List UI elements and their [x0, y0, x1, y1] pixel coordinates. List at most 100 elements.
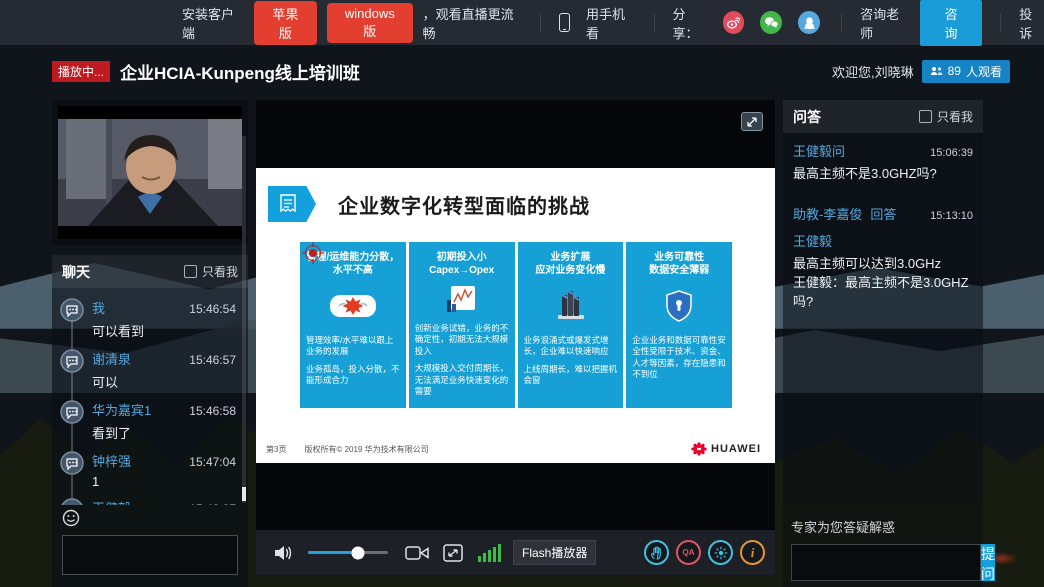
challenge-card: 业务可靠性 数据安全薄弱 企业业务和数据可靠性安全性受限于技术、资金、人才等因素… [626, 242, 732, 408]
ask-button[interactable]: 提问 [981, 544, 995, 581]
chart-icon [415, 284, 509, 316]
watch-on-mobile-label[interactable]: 用手机看 [586, 4, 635, 42]
card-text: 业务孤岛，投入分散，不能形成合力 [306, 364, 400, 387]
slide-canvas: 企业数字化转型面临的挑战 管理/运维能力分散，水平不高 管理效率/水平难以跟上业… [256, 168, 775, 463]
sender-name[interactable]: 王健毅 [92, 498, 131, 505]
challenge-card: 管理/运维能力分散，水平不高 管理效率/水平难以跟上业务的发展 业务孤岛，投入分… [300, 242, 406, 408]
chat-bubble-icon [60, 451, 84, 475]
sender-name[interactable]: 我 [92, 298, 105, 317]
scrollbar-thumb[interactable] [242, 487, 246, 501]
question-input[interactable] [791, 544, 981, 581]
message-text: 可以看到 [92, 321, 236, 340]
message-text: 1 [92, 474, 236, 489]
wechat-icon[interactable] [760, 11, 782, 34]
consult-button[interactable]: 咨询 [920, 0, 983, 46]
divider [654, 14, 655, 32]
chat-message: 王健毅15:48:27 1 [60, 498, 236, 505]
card-text: 创新业务试错，业务的不确定性，初期无法大规模投入 [415, 323, 509, 357]
room-title: 企业HCIA-Kunpeng线上培训班 [120, 59, 360, 84]
pip-swap-icon[interactable] [443, 544, 463, 562]
settings-sun-button[interactable] [708, 540, 733, 565]
slide-player: 企业数字化转型面临的挑战 管理/运维能力分散，水平不高 管理效率/水平难以跟上业… [256, 100, 775, 575]
checkbox-icon[interactable] [919, 110, 932, 123]
card-title: 业务扩展 应对业务变化慢 [524, 251, 618, 278]
huawei-logo: HUAWEI [691, 442, 761, 456]
flash-player-label[interactable]: Flash播放器 [513, 540, 596, 565]
qq-icon[interactable] [798, 11, 820, 34]
apple-version-button[interactable]: 苹果版 [254, 1, 317, 45]
ask-section: 专家为您答疑解惑 提问 [783, 505, 983, 587]
viewers-badge: 89 人观看 [922, 60, 1010, 83]
complaint-link[interactable]: 投诉 [1019, 4, 1044, 42]
chat-scrollbar[interactable] [242, 136, 246, 503]
camera-icon[interactable] [405, 545, 429, 561]
slide-footer: 第3页 版权所有© 2019 华为技术有限公司 HUAWEI [266, 442, 761, 456]
playing-status-badge: 播放中... [52, 61, 110, 82]
qa-panel: 问答 只看我 王健毅问 15:06:39 最高主频不是3.0GHZ吗? [783, 100, 983, 505]
volume-slider[interactable] [308, 551, 388, 554]
sender-name[interactable]: 华为嘉宾1 [92, 400, 151, 419]
only-me-label: 只看我 [937, 108, 973, 125]
viewers-label: 人观看 [966, 63, 1002, 80]
qa-item: 王健毅问 15:06:39 最高主频不是3.0GHZ吗? [793, 141, 973, 184]
chat-bubble-icon [60, 400, 84, 424]
share-label: 分享： [672, 4, 709, 42]
chat-input[interactable] [62, 535, 238, 575]
divider [1000, 14, 1001, 32]
message-time: 15:46:57 [189, 353, 236, 367]
sender-name[interactable]: 钟梓强 [92, 451, 131, 470]
answer-author[interactable]: 助教-李嘉俊 [793, 204, 862, 223]
chat-title: 聊天 [62, 262, 90, 282]
answer-target[interactable]: 王健毅 [793, 231, 832, 250]
message-time: 15:46:54 [189, 302, 236, 316]
sender-name[interactable]: 谢清泉 [92, 349, 131, 368]
volume-knob[interactable] [351, 546, 364, 559]
challenge-card: 业务扩展 应对业务变化慢 业务浪涌式或爆发式增长，企业难以快速响应 上线周期长，… [518, 242, 624, 408]
huawei-brand-text: HUAWEI [711, 443, 761, 455]
people-icon [930, 66, 943, 77]
chat-message: 华为嘉宾115:46:58 看到了 [60, 400, 236, 442]
weibo-icon[interactable] [723, 11, 745, 34]
slide-page-number: 第3页 [266, 444, 286, 455]
card-title: 业务可靠性 数据安全薄弱 [632, 251, 726, 278]
card-text: 管理效率/水平难以跟上业务的发展 [306, 335, 400, 358]
only-me-label: 只看我 [202, 263, 238, 280]
checkbox-icon[interactable] [184, 265, 197, 278]
player-controls: Flash播放器 QA i [256, 530, 775, 575]
target-icon [302, 242, 324, 264]
titlebar: 播放中... 企业HCIA-Kunpeng线上培训班 欢迎您,刘晓琳 89 人观… [0, 45, 1044, 97]
message-time: 15:46:58 [189, 404, 236, 418]
windows-version-button[interactable]: windows版 [327, 3, 413, 43]
viewers-count: 89 [948, 64, 961, 78]
challenge-cards: 管理/运维能力分散，水平不高 管理效率/水平难以跟上业务的发展 业务孤岛，投入分… [300, 242, 732, 408]
cloud-burst-icon [306, 284, 400, 328]
webcam-video[interactable] [58, 106, 242, 239]
card-text: 企业业务和数据可靠性安全性受限于技术、资金、人才等因素，存在隐患和不到位 [632, 335, 726, 381]
shield-lock-icon [632, 284, 726, 328]
message-time: 15:47:04 [189, 455, 236, 469]
qa-text: 王健毅：最高主频不是3.0GHZ吗? [793, 274, 973, 312]
presenter-video-frame [58, 119, 242, 226]
info-button[interactable]: i [740, 540, 765, 565]
chat-bubble-icon [60, 498, 84, 505]
qa-button[interactable]: QA [676, 540, 701, 565]
divider [540, 14, 541, 32]
qa-time: 15:06:39 [930, 147, 973, 159]
chat-only-me-toggle[interactable]: 只看我 [184, 263, 238, 280]
qa-only-me-toggle[interactable]: 只看我 [919, 108, 973, 125]
welcome-text: 欢迎您,刘晓琳 [832, 62, 914, 81]
card-text: 上线周期长，难以把握机会窗 [524, 364, 618, 387]
question-author[interactable]: 王健毅问 [793, 141, 845, 160]
signal-bars-icon [478, 544, 501, 562]
speaker-icon[interactable] [273, 544, 293, 562]
popout-icon[interactable] [741, 112, 763, 131]
slide-copyright: 版权所有© 2019 华为技术有限公司 [304, 444, 428, 455]
right-column: 问答 只看我 王健毅问 15:06:39 最高主频不是3.0GHZ吗? [783, 100, 983, 587]
message-time: 15:48:27 [189, 502, 236, 505]
card-text: 大规模投入交付周期长，无法满足业务快速变化的需要 [415, 363, 509, 397]
smiley-icon[interactable] [62, 509, 80, 527]
raise-hand-button[interactable] [644, 540, 669, 565]
topbar: 安装客户端 苹果版 windows版 ，观看直播更流畅 用手机看 分享： 咨询老… [0, 0, 1044, 45]
chat-header: 聊天 只看我 [52, 255, 248, 288]
slide-title: 企业数字化转型面临的挑战 [338, 190, 590, 219]
